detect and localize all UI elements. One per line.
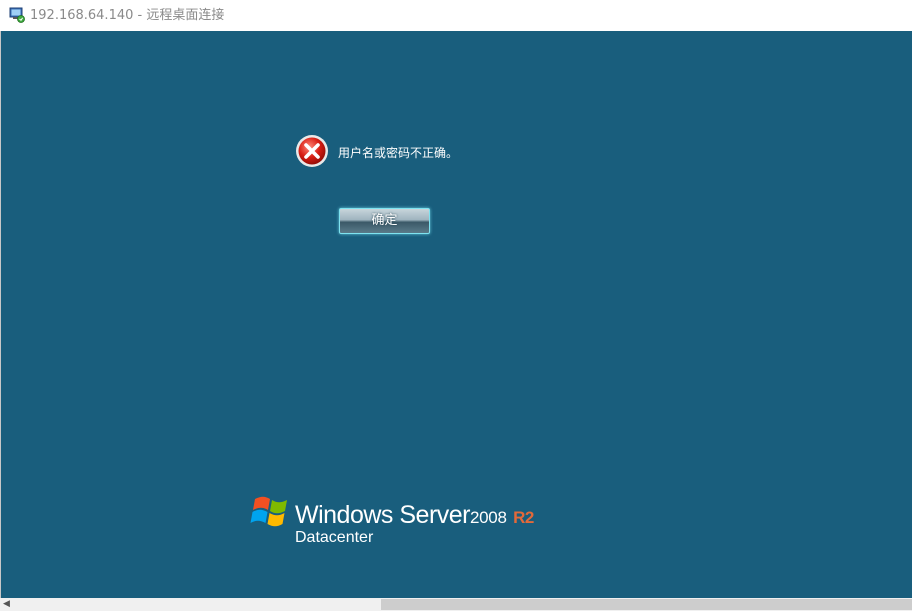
product-version: 2008 <box>470 508 507 527</box>
product-edition: Datacenter <box>295 529 374 546</box>
ok-button[interactable]: 确定 <box>339 208 430 234</box>
scrollbar-thumb[interactable] <box>381 599 912 610</box>
product-name-text: Windows Server <box>295 501 471 529</box>
product-release: R2 <box>513 508 534 527</box>
window-title: 192.168.64.140 - 远程桌面连接 <box>30 8 225 23</box>
chevron-left-icon[interactable]: ◀ <box>0 598 13 611</box>
error-icon <box>296 135 328 167</box>
remote-desktop-icon <box>9 7 25 23</box>
error-message: 用户名或密码不正确。 <box>338 146 459 160</box>
title-bar[interactable]: 192.168.64.140 - 远程桌面连接 <box>0 0 912 31</box>
windows-flag-logo <box>250 496 287 527</box>
remote-desktop-window: 192.168.64.140 - 远程桌面连接 用户名或密码不正确。 确定 Wi… <box>0 0 912 611</box>
horizontal-scrollbar[interactable]: ◀ <box>0 598 912 611</box>
